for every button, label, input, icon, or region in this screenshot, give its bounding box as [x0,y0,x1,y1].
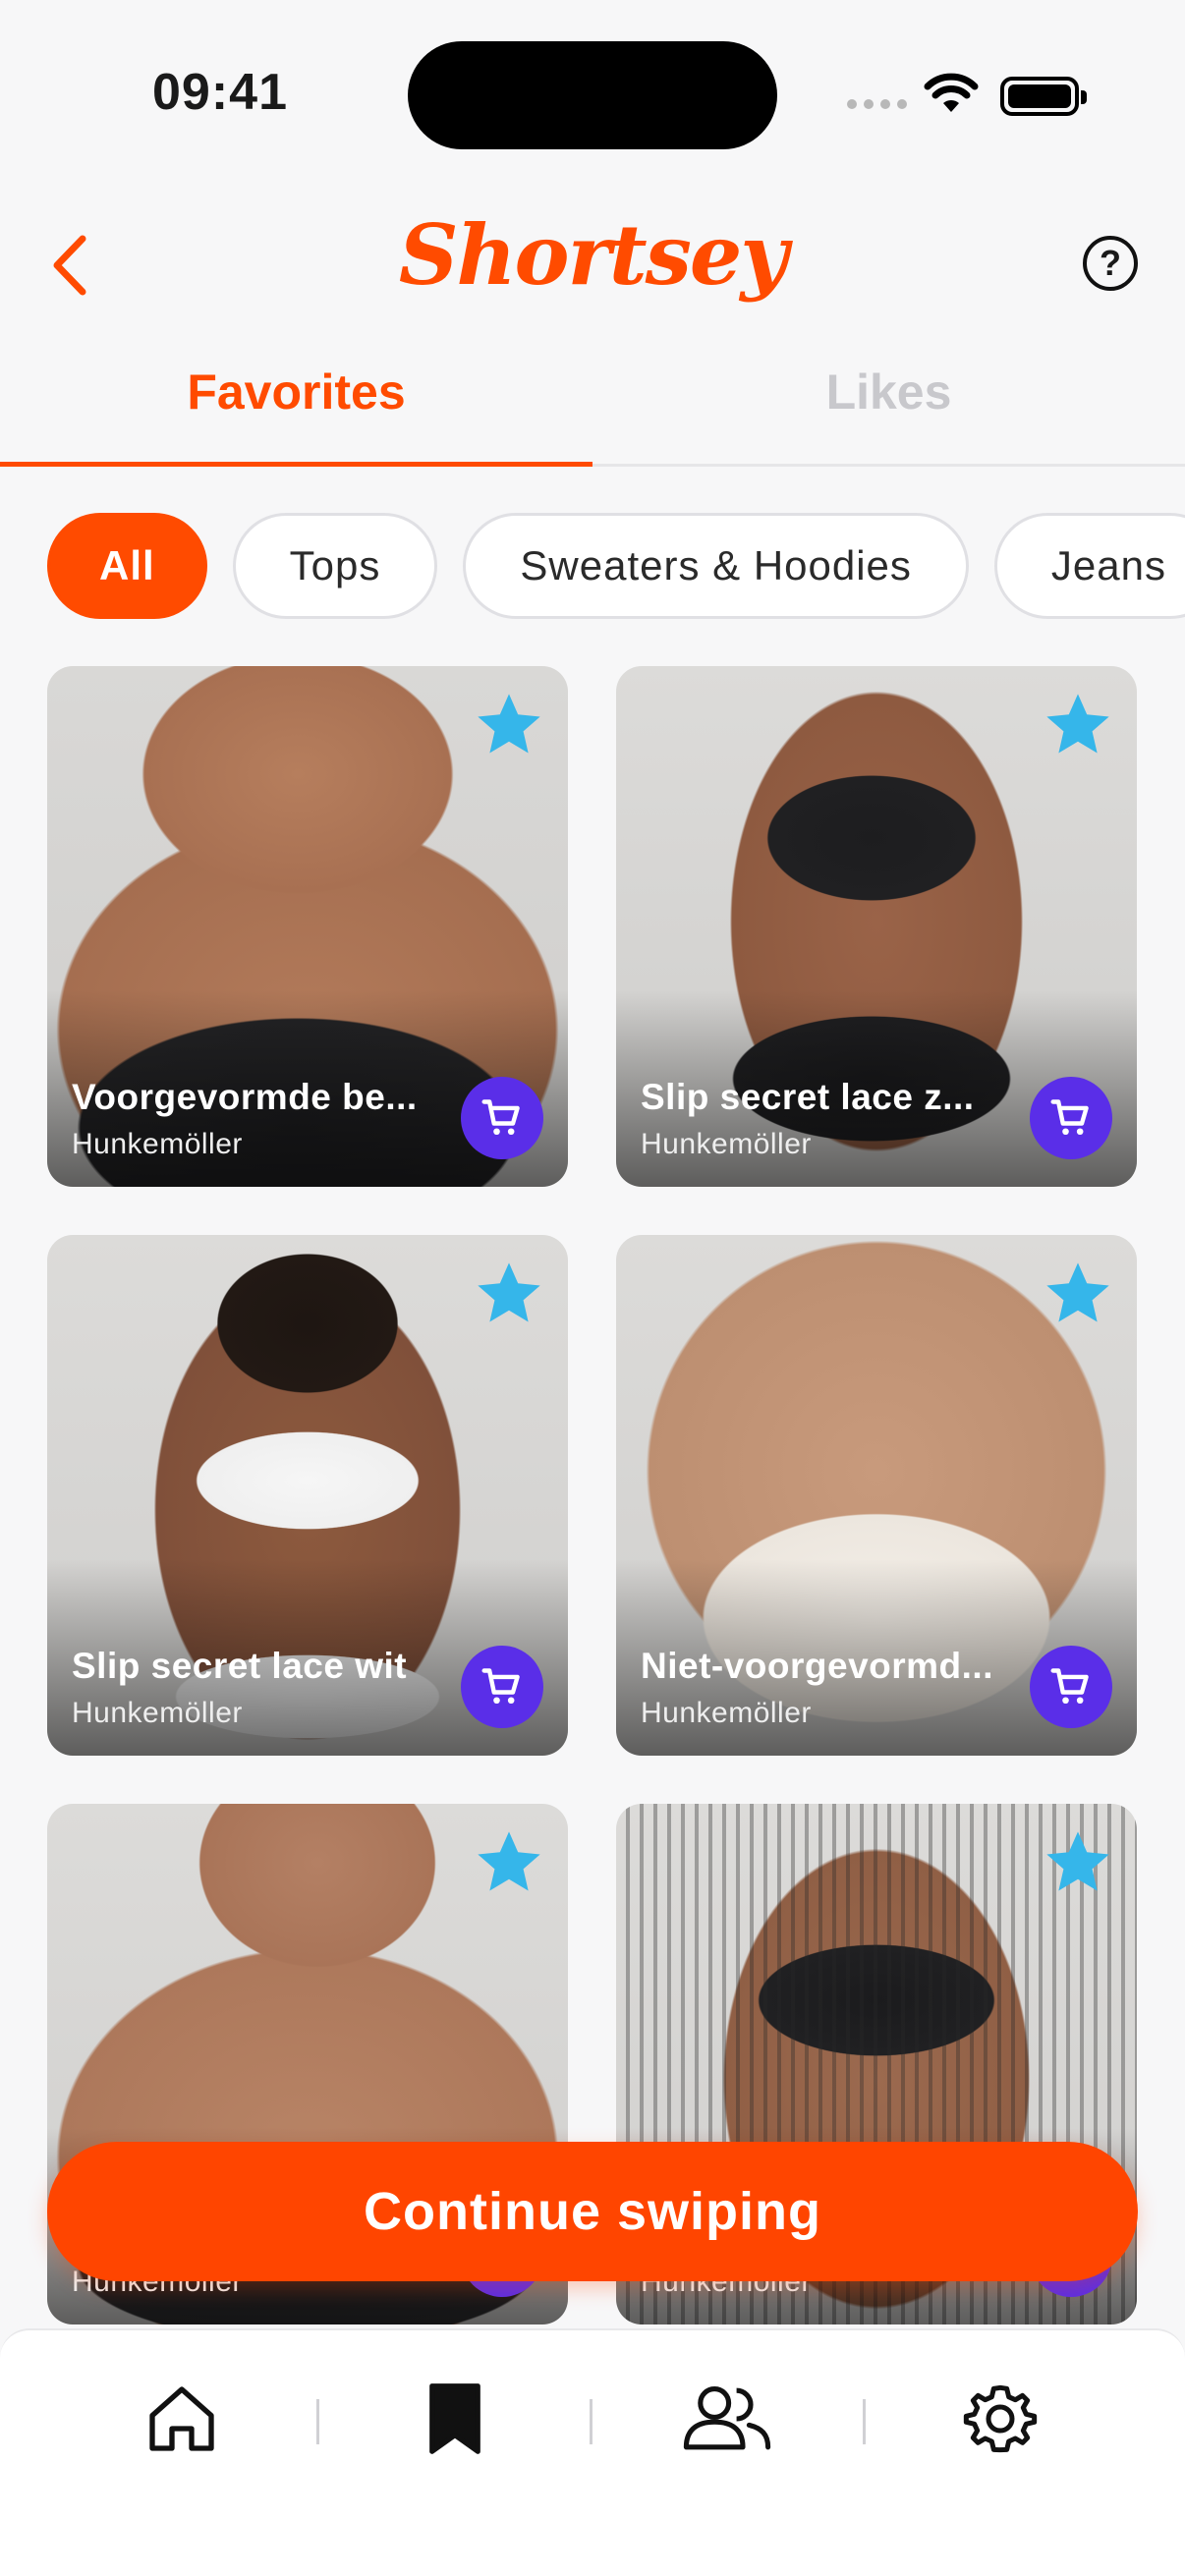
tab-indicator [0,462,592,467]
home-icon [149,2386,214,2451]
add-to-cart-button[interactable] [461,1077,543,1159]
tab-favorites[interactable]: Favorites [0,344,592,467]
nav-people[interactable] [678,2370,776,2468]
product-title: Niet-voorgevormd... [641,1646,993,1686]
bookmark-icon [429,2383,480,2454]
product-card[interactable]: Slip secret lace z... Hunkemöller [616,666,1137,1187]
product-brand: Hunkemöller [72,1697,243,1729]
bottom-navigation [0,2328,1185,2576]
filter-chip-all[interactable]: All [47,513,207,619]
nav-home[interactable] [133,2370,231,2468]
status-time: 09:41 [152,64,288,121]
star-icon[interactable] [1041,1257,1115,1331]
cellular-signal-icon [847,99,907,109]
product-card[interactable]: Niet-voorgevormd... Hunkemöller [616,1235,1137,1756]
nav-saved[interactable] [406,2370,504,2468]
product-brand: Hunkemöller [72,1128,243,1160]
product-brand: Hunkemöller [641,1128,812,1160]
wifi-icon [924,73,979,112]
product-title: Slip secret lace z... [641,1077,975,1117]
tab-likes[interactable]: Likes [592,344,1185,467]
people-icon [683,2386,771,2450]
chevron-left-icon [53,235,86,296]
star-icon[interactable] [472,688,546,762]
dynamic-island [408,41,777,149]
tab-bar: Favorites Likes [0,344,1185,467]
gear-icon [963,2384,1038,2453]
help-button[interactable]: ? [1083,236,1138,291]
star-icon[interactable] [472,1825,546,1900]
product-brand: Hunkemöller [641,1697,812,1729]
add-to-cart-button[interactable] [1030,1077,1112,1159]
add-to-cart-button[interactable] [1030,1646,1112,1728]
app-logo: Shortsey [398,206,788,304]
star-icon[interactable] [472,1257,546,1331]
star-icon[interactable] [1041,1825,1115,1900]
cart-icon [481,1099,520,1136]
add-to-cart-button[interactable] [461,1646,543,1728]
cart-icon [481,1668,520,1705]
continue-swiping-button[interactable]: Continue swiping [47,2142,1138,2281]
cart-icon [1050,1099,1089,1136]
back-button[interactable] [39,226,98,305]
battery-icon [1000,77,1087,116]
product-card[interactable]: Slip secret lace wit Hunkemöller [47,1235,568,1756]
filter-chip-tops[interactable]: Tops [232,513,438,619]
product-title: Voorgevormde be... [72,1077,418,1117]
nav-settings[interactable] [951,2370,1049,2468]
status-bar: 09:41 [0,0,1185,187]
filter-chip-jeans[interactable]: Jeans [993,513,1185,619]
filter-chip-sweaters-hoodies[interactable]: Sweaters & Hoodies [463,513,969,619]
category-filters: All Tops Sweaters & Hoodies Jeans [47,513,1185,619]
star-icon[interactable] [1041,688,1115,762]
question-icon: ? [1100,243,1121,283]
product-card[interactable]: Voorgevormde be... Hunkemöller [47,666,568,1187]
product-title: Slip secret lace wit [72,1646,408,1686]
app-header: Shortsey ? [0,187,1185,344]
cart-icon [1050,1668,1089,1705]
